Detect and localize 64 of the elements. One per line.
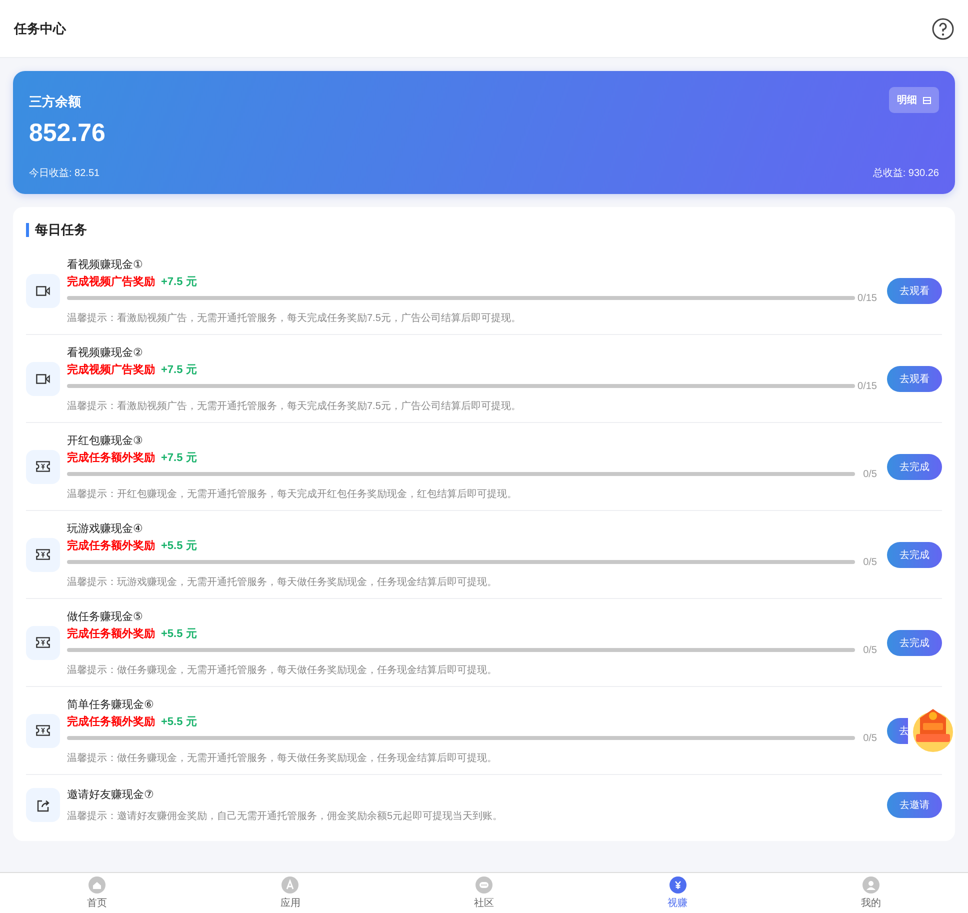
task-hint: 温馨提示：邀请好友赚佣金奖励，自己无需开通托管服务，佣金奖励余额5元起即可提现当天到账。	[67, 810, 504, 823]
reward-amount: +7.5 元	[161, 362, 197, 376]
task-hint: 温馨提示：做任务赚现金，无需开通托管服务，每天做任务奖励现金，任务现金结算后即可提现。	[67, 664, 498, 676]
nav-tab[interactable]: 我的	[774, 873, 968, 913]
ticket-icon	[36, 549, 50, 560]
balance-label: 三方余额	[29, 93, 81, 111]
task-title: 看视频赚现金②	[67, 346, 144, 360]
help-icon[interactable]	[932, 18, 954, 40]
task-title: 做任务赚现金⑤	[67, 610, 144, 624]
ticket-icon	[36, 461, 50, 472]
task-button[interactable]: 去观看	[887, 366, 942, 392]
ticket-icon	[36, 725, 50, 736]
task-button[interactable]: 去完成	[887, 454, 942, 480]
task-hint: 温馨提示：做任务赚现金，无需开通托管服务，每天做任务奖励现金，任务现金结算后即可提现。	[67, 752, 498, 764]
task-hint: 温馨提示：开红包赚现金，无需开通托管服务，每天完成开红包任务奖励现金，红包结算后即可提现。	[67, 488, 518, 500]
reward-amount: +5.5 元	[161, 714, 197, 728]
task-title: 邀请好友赚现金⑦	[67, 788, 155, 802]
page-title: 任务中心	[14, 20, 66, 38]
task-button[interactable]: 去邀请	[887, 792, 942, 818]
progress-count: 0/15	[856, 380, 877, 392]
ticket-icon	[36, 637, 50, 648]
task-title: 看视频赚现金①	[67, 258, 144, 272]
reward-label: 完成任务额外奖励	[67, 538, 155, 552]
progress-count: 0/5	[862, 556, 877, 568]
progress-count: 0/5	[862, 468, 877, 480]
reward-label: 完成任务额外奖励	[67, 626, 155, 640]
reward-amount: +7.5 元	[161, 450, 197, 464]
reward-amount: +5.5 元	[161, 538, 197, 552]
reward-amount: +7.5 元	[161, 274, 197, 288]
task-hint: 温馨提示：玩游戏赚现金，无需开通托管服务，每天做任务奖励现金，任务现金结算后即可提现。	[67, 576, 498, 588]
progress-count: 0/5	[862, 644, 877, 656]
balance-amount: 852.76	[29, 119, 106, 148]
task-title: 玩游戏赚现金④	[67, 522, 144, 536]
section-heading: 每日任务	[26, 223, 942, 237]
task-hint: 温馨提示：看激励视频广告，无需开通托管服务，每天完成任务奖励7.5元，广告公司结算后即可提现。	[67, 312, 522, 324]
task-button[interactable]: 去完成	[887, 542, 942, 568]
progress-count: 0/15	[856, 292, 877, 304]
reward-label: 完成视频广告奖励	[67, 362, 155, 376]
nav-tab[interactable]: 首页	[0, 873, 194, 913]
total-earnings: 总收益: 930.26	[872, 166, 939, 180]
yuan-icon	[668, 876, 687, 894]
app-store-icon	[281, 876, 300, 894]
reward-label: 完成视频广告奖励	[67, 274, 155, 288]
video-camera-icon	[36, 374, 50, 384]
reward-label: 完成任务额外奖励	[67, 714, 155, 728]
task-title: 开红包赚现金③	[67, 434, 144, 448]
reward-label: 完成任务额外奖励	[67, 450, 155, 464]
task-title: 简单任务赚现金⑥	[67, 698, 155, 712]
nav-tab[interactable]: 社区	[387, 873, 581, 913]
list-icon	[923, 96, 931, 104]
nav-tab[interactable]: 视赚	[580, 873, 774, 913]
detail-button[interactable]: 明细	[889, 87, 939, 113]
task-button[interactable]: 去完成	[887, 630, 942, 656]
user-icon	[862, 876, 880, 894]
video-camera-icon	[36, 286, 50, 296]
task-hint: 温馨提示：看激励视频广告，无需开通托管服务，每天完成任务奖励7.5元，广告公司结算后即可提现。	[67, 400, 522, 412]
reward-amount: +5.5 元	[161, 626, 197, 640]
home-icon	[88, 876, 106, 894]
progress-count: 0/5	[862, 732, 877, 744]
today-earnings: 今日收益: 82.51	[29, 167, 100, 180]
nav-tab[interactable]: 应用	[194, 873, 388, 913]
share-icon	[36, 798, 50, 812]
chat-icon	[474, 876, 493, 894]
task-button[interactable]: 去观看	[887, 278, 942, 304]
